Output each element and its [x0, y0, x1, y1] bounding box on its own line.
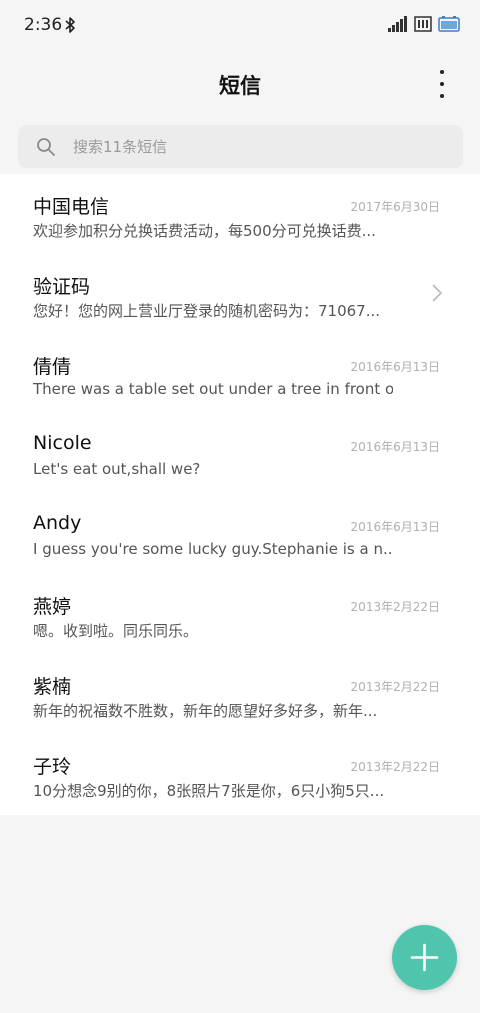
search-bar[interactable]: [18, 125, 463, 168]
message-preview: There was a table set out under a tree i…: [33, 380, 393, 398]
message-sender: Andy: [33, 512, 82, 534]
message-item-7[interactable]: 子玲 2013年2月22日 10分想念9别的你，8张照片7张是你，6只小狗5只.…: [0, 734, 480, 814]
message-item-4[interactable]: Andy 2016年6月13日 I guess you're some luck…: [0, 494, 480, 574]
new-message-button[interactable]: [392, 925, 457, 990]
battery-icon: [438, 16, 460, 32]
message-preview: 10分想念9别的你，8张照片7张是你，6只小狗5只...: [33, 782, 385, 800]
message-date: 2013年2月22日: [350, 760, 440, 774]
message-preview: 您好！您的网上营业厅登录的随机密码为：71067...: [33, 302, 381, 320]
message-sender: 紫楠: [33, 676, 72, 698]
message-item-6[interactable]: 紫楠 2013年2月22日 新年的祝福数不胜数，新年的愿望好多好多，新年...: [0, 654, 480, 734]
bluetooth-icon: [65, 17, 75, 33]
status-time: 2:36: [24, 15, 63, 35]
message-sender: 燕婷: [33, 596, 72, 618]
message-sender: 子玲: [33, 756, 72, 778]
more-vertical-icon: [440, 94, 444, 98]
page-title: 短信: [219, 74, 261, 98]
signal-icon: [388, 16, 407, 32]
status-icons: [388, 16, 460, 32]
more-vertical-icon: [440, 82, 444, 86]
message-date: 2016年6月13日: [350, 520, 440, 534]
app-header: 短信: [0, 52, 480, 116]
message-preview: 新年的祝福数不胜数，新年的愿望好多好多，新年...: [33, 702, 378, 720]
message-sender: 中国电信: [33, 196, 110, 218]
sim-icon: [414, 16, 432, 32]
more-vertical-icon: [440, 70, 444, 74]
message-list: 中国电信 2017年6月30日 欢迎参加积分兑换话费活动，每500分可兑换话费.…: [0, 174, 480, 815]
message-sender: 验证码: [33, 276, 91, 298]
message-date: 2016年6月13日: [350, 440, 440, 454]
message-preview: 嗯。收到啦。同乐同乐。: [33, 622, 199, 640]
search-input[interactable]: [73, 125, 443, 168]
search-icon: [37, 138, 55, 156]
chevron-right-icon: [432, 284, 442, 302]
message-sender: Nicole: [33, 432, 92, 454]
message-item-1[interactable]: 验证码 您好！您的网上营业厅登录的随机密码为：71067...: [0, 254, 480, 334]
message-item-5[interactable]: 燕婷 2013年2月22日 嗯。收到啦。同乐同乐。: [0, 574, 480, 654]
message-item-2[interactable]: 倩倩 2016年6月13日 There was a table set out …: [0, 334, 480, 414]
plus-icon: [410, 943, 439, 972]
message-date: 2013年2月22日: [350, 600, 440, 614]
status-bar: 2:36: [0, 0, 480, 52]
message-item-3[interactable]: Nicole 2016年6月13日 Let's eat out,shall we…: [0, 414, 480, 494]
more-options-button[interactable]: [430, 70, 454, 98]
message-preview: 欢迎参加积分兑换话费活动，每500分可兑换话费...: [33, 222, 376, 240]
message-item-0[interactable]: 中国电信 2017年6月30日 欢迎参加积分兑换话费活动，每500分可兑换话费.…: [0, 174, 480, 254]
message-date: 2017年6月30日: [350, 200, 440, 214]
message-date: 2016年6月13日: [350, 360, 440, 374]
message-sender: 倩倩: [33, 356, 72, 378]
message-preview: Let's eat out,shall we?: [33, 460, 201, 478]
message-date: 2013年2月22日: [350, 680, 440, 694]
message-preview: I guess you're some lucky guy.Stephanie …: [33, 540, 393, 558]
